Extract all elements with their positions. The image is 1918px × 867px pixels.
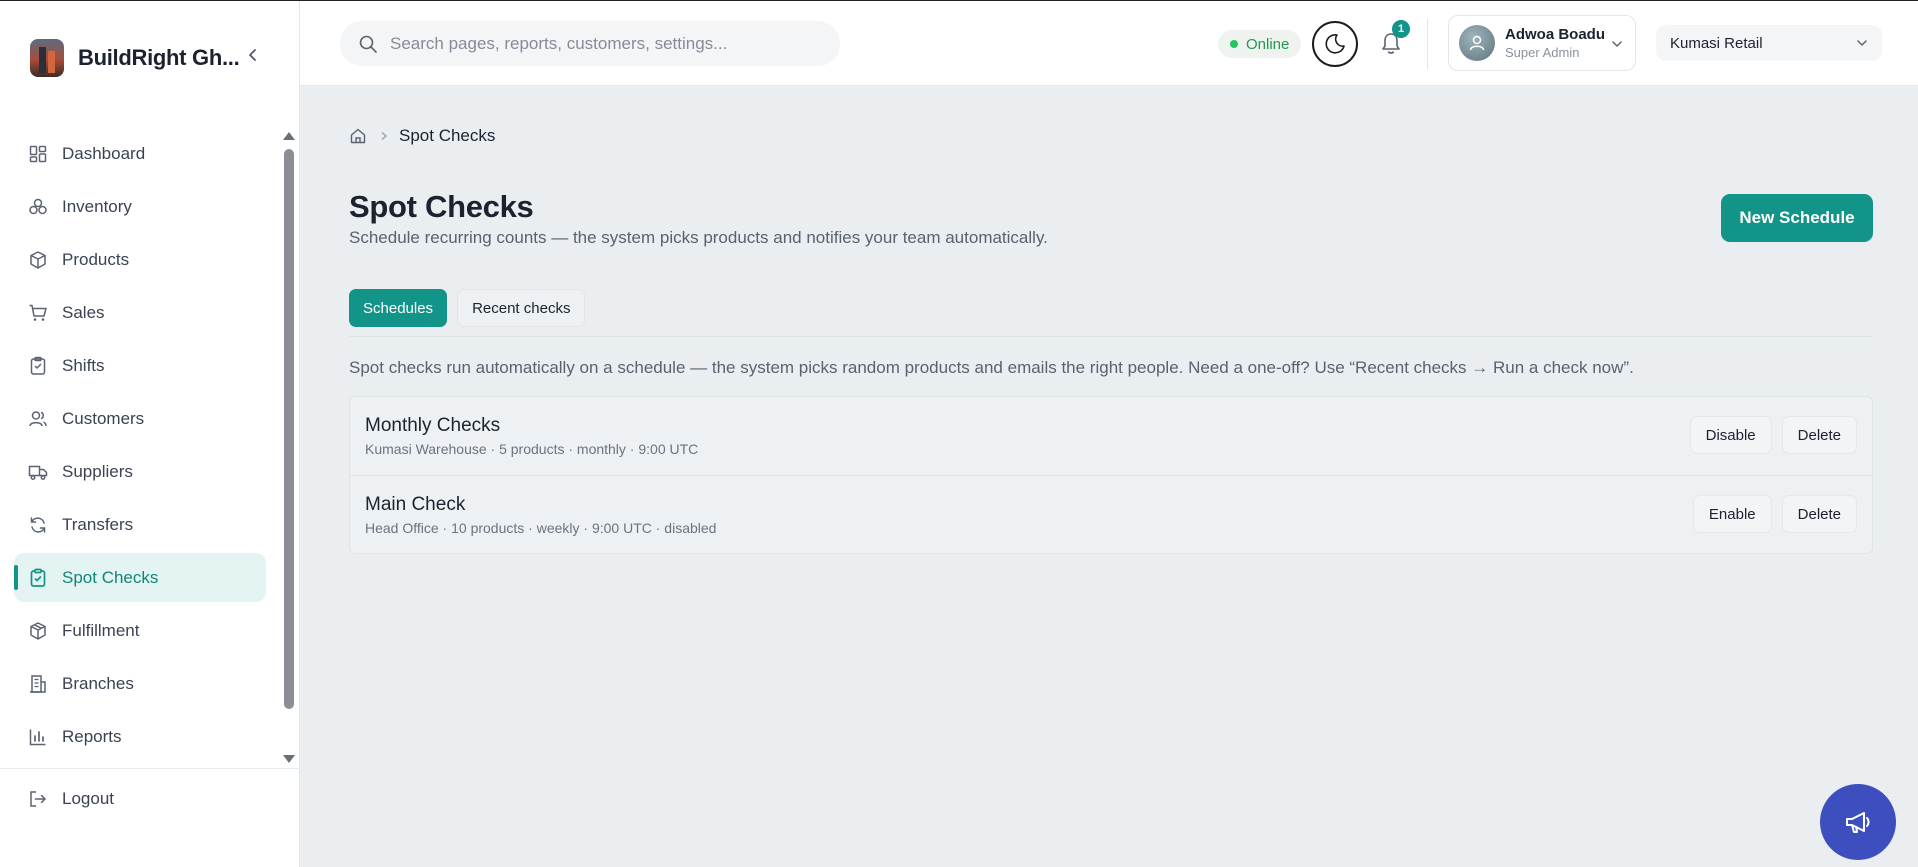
sidebar-item-products[interactable]: Products xyxy=(14,235,266,284)
list-item: Monthly Checks Kumasi Warehouse · 5 prod… xyxy=(350,397,1872,475)
sidebar-nav: Dashboard Inventory Products Sales Shift… xyxy=(14,129,266,765)
avatar xyxy=(1459,25,1495,61)
schedule-meta: Kumasi Warehouse · 5 products · monthly … xyxy=(365,441,699,457)
sidebar: BuildRight Gh... Dashboard Inventory Pro… xyxy=(0,1,300,867)
refresh-icon xyxy=(28,515,48,535)
sidebar-item-fulfillment[interactable]: Fulfillment xyxy=(14,606,266,655)
branch-select-value: Kumasi Retail xyxy=(1670,34,1763,52)
new-schedule-button[interactable]: New Schedule xyxy=(1721,194,1873,242)
search-icon xyxy=(359,35,377,53)
list-item: Main Check Head Office · 10 products · w… xyxy=(350,475,1872,553)
brand-name: BuildRight Gh... xyxy=(78,45,240,70)
announcements-button[interactable] xyxy=(1820,784,1896,860)
topbar: Online 1 Adwoa Boadu Super Admin Kumasi … xyxy=(300,1,1918,86)
schedule-title: Monthly Checks xyxy=(365,415,501,436)
chevron-down-icon xyxy=(1612,41,1622,48)
sidebar-item-label: Fulfillment xyxy=(62,620,140,640)
package-icon xyxy=(28,621,48,641)
schedule-list: Monthly Checks Kumasi Warehouse · 5 prod… xyxy=(349,396,1873,554)
user-menu[interactable]: Adwoa Boadu Super Admin xyxy=(1448,15,1636,71)
clipboard-icon xyxy=(28,356,48,376)
sidebar-scrollbar[interactable] xyxy=(284,149,294,709)
home-icon[interactable] xyxy=(349,127,367,145)
dashboard-icon xyxy=(28,144,48,164)
sidebar-item-label: Shifts xyxy=(62,355,105,375)
logout-icon xyxy=(30,791,47,807)
sidebar-item-shifts[interactable]: Shifts xyxy=(14,341,266,390)
scroll-down-arrow[interactable] xyxy=(283,755,295,763)
sidebar-item-label: Inventory xyxy=(62,196,132,216)
theme-toggle-button[interactable] xyxy=(1312,21,1358,67)
breadcrumb-current: Spot Checks xyxy=(399,126,496,145)
delete-button[interactable]: Delete xyxy=(1781,495,1857,533)
user-icon xyxy=(1469,35,1485,51)
disable-button[interactable]: Disable xyxy=(1689,416,1772,454)
chevron-right-icon xyxy=(381,131,388,141)
divider xyxy=(349,336,1873,337)
info-text: Spot checks run automatically on a sched… xyxy=(349,358,1634,377)
divider xyxy=(0,768,300,769)
branch-select[interactable]: Kumasi Retail xyxy=(1656,25,1882,61)
sidebar-item-label: Suppliers xyxy=(62,461,133,481)
notification-badge: 1 xyxy=(1392,20,1410,38)
sidebar-item-label: Branches xyxy=(62,673,134,693)
sidebar-item-label: Products xyxy=(62,249,130,269)
sidebar-item-branches[interactable]: Branches xyxy=(14,659,266,708)
moon-icon xyxy=(1325,34,1345,54)
sidebar-item-label: Spot Checks xyxy=(62,567,159,587)
sidebar-item-sales[interactable]: Sales xyxy=(14,288,266,337)
sidebar-item-label: Transfers xyxy=(62,514,134,534)
search-input[interactable] xyxy=(390,33,810,54)
user-name: Adwoa Boadu xyxy=(1505,26,1605,43)
building-icon xyxy=(28,674,48,694)
sidebar-item-reports[interactable]: Reports xyxy=(14,712,266,761)
logout-button[interactable]: Logout xyxy=(28,789,114,809)
schedule-title: Main Check xyxy=(365,493,466,515)
clipboard-check-icon xyxy=(28,568,48,588)
user-role: Super Admin xyxy=(1505,45,1580,60)
delete-button[interactable]: Delete xyxy=(1781,416,1857,454)
schedule-meta: Head Office · 10 products · weekly · 9:0… xyxy=(365,519,717,536)
logout-label: Logout xyxy=(62,789,114,808)
sidebar-item-label: Dashboard xyxy=(62,143,146,163)
tab-recent-checks[interactable]: Recent checks xyxy=(457,289,586,327)
inventory-icon xyxy=(28,197,48,217)
users-icon xyxy=(28,409,48,429)
brand-logo xyxy=(30,39,64,77)
status-dot xyxy=(1230,40,1238,48)
sidebar-item-suppliers[interactable]: Suppliers xyxy=(14,447,266,496)
sidebar-item-customers[interactable]: Customers xyxy=(14,394,266,443)
megaphone-icon xyxy=(1846,812,1870,833)
brand[interactable]: BuildRight Gh... xyxy=(30,39,240,77)
sidebar-item-label: Customers xyxy=(62,408,145,428)
sidebar-item-transfers[interactable]: Transfers xyxy=(14,500,266,549)
box-icon xyxy=(28,250,48,270)
page-title: Spot Checks xyxy=(349,189,534,224)
search-bar[interactable] xyxy=(340,21,840,66)
breadcrumb: Spot Checks xyxy=(349,126,495,146)
status-text: Online xyxy=(1246,35,1290,53)
tab-schedules[interactable]: Schedules xyxy=(349,289,448,327)
chevron-down-icon xyxy=(1857,40,1867,47)
sidebar-item-spot-checks[interactable]: Spot Checks xyxy=(14,553,266,602)
scroll-up-arrow[interactable] xyxy=(283,132,295,140)
truck-icon xyxy=(28,462,48,482)
divider xyxy=(1427,19,1428,69)
enable-button[interactable]: Enable xyxy=(1692,495,1772,533)
sidebar-item-inventory[interactable]: Inventory xyxy=(14,182,266,231)
sidebar-item-label: Sales xyxy=(62,302,105,322)
cart-icon xyxy=(28,303,48,323)
tabs: Schedules Recent checks xyxy=(349,289,586,327)
sidebar-item-label: Reports xyxy=(62,726,122,746)
sidebar-item-dashboard[interactable]: Dashboard xyxy=(14,129,266,178)
bar-chart-icon xyxy=(28,727,48,747)
page-subtitle: Schedule recurring counts — the system p… xyxy=(349,228,1048,247)
status-badge: Online xyxy=(1218,30,1302,58)
chevron-left-icon[interactable] xyxy=(246,48,260,62)
